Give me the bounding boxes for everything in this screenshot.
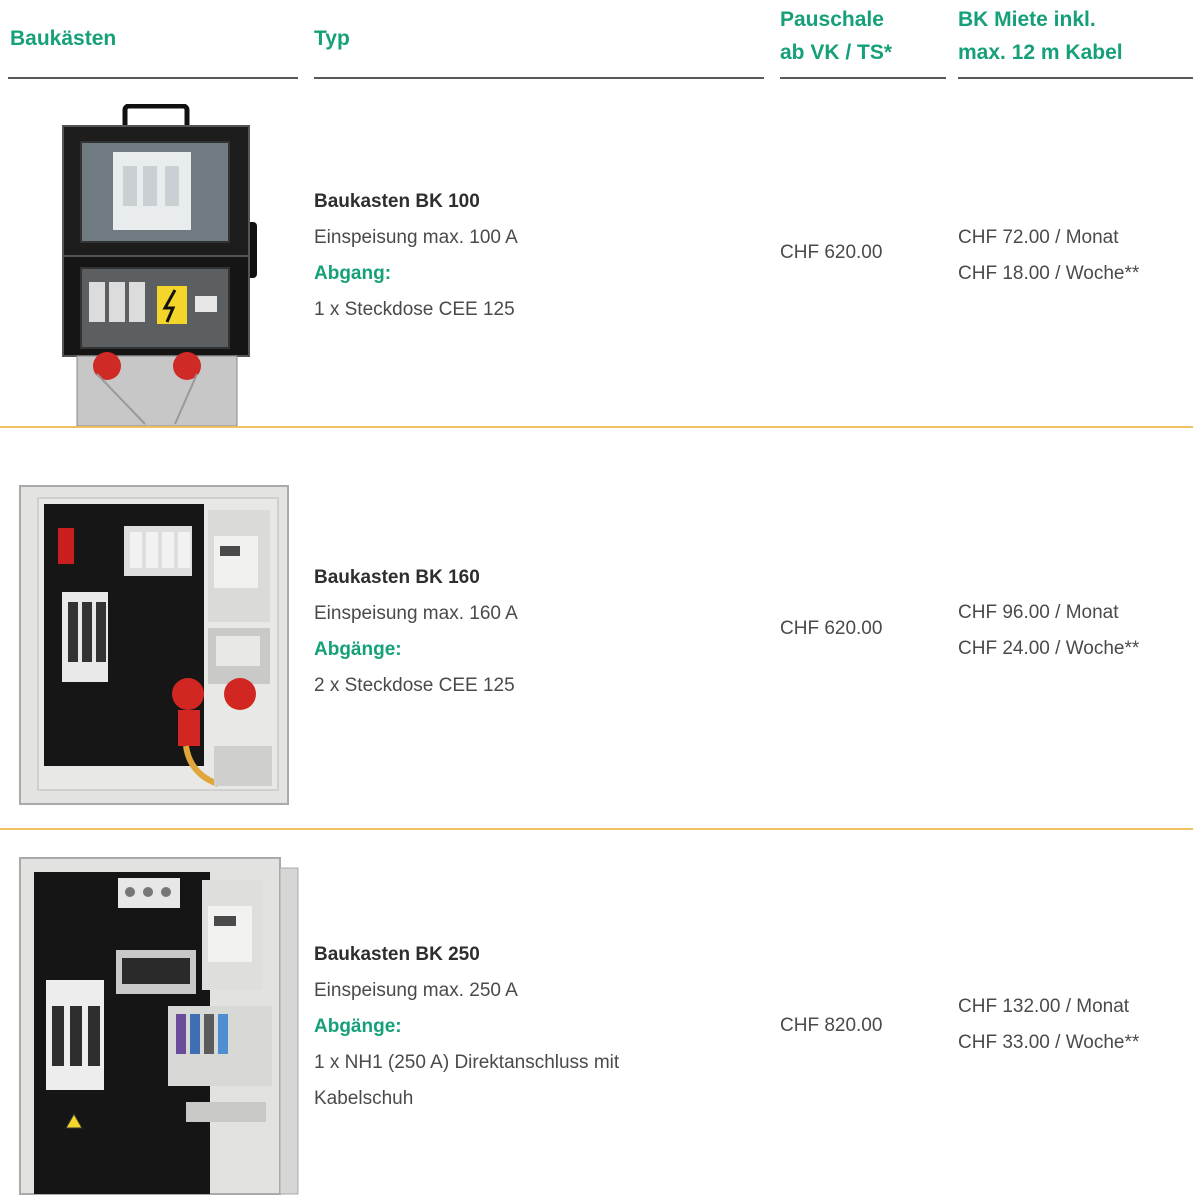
bk100-price: CHF 620.00 [780,242,883,263]
row-outlet-label: Abgang: [314,263,392,284]
row-title: Baukasten BK 250 [314,944,480,965]
bk160-photo [18,484,292,806]
header-pauschale: Pauschale ab VK / TS* [780,3,892,69]
row-outlet-line: 1 x Steckdose CEE 125 [314,299,515,320]
header-pauschale-line1: Pauschale [780,8,884,31]
header-bk-miete: BK Miete inkl. max. 12 m Kabel [958,3,1123,69]
row-title: Baukasten BK 100 [314,191,480,212]
bk250-photo [18,856,300,1196]
row-outlet-line: 1 x NH1 (250 A) Direktanschluss mit [314,1052,620,1073]
header-bk-miete-line2: max. 12 m Kabel [958,41,1123,64]
rent-week: CHF 24.00 / Woche** [958,638,1140,659]
bk250-rent: CHF 132.00 / Monat CHF 33.00 / Woche** [958,989,1139,1061]
row-separator [0,828,1193,830]
rent-month: CHF 72.00 / Monat [958,227,1119,248]
bk160-type: Baukasten BK 160 Einspeisung max. 160 A … [314,560,518,704]
header-rule [8,77,298,79]
rent-month: CHF 96.00 / Monat [958,602,1119,623]
bk100-photo [55,103,265,427]
row-outlet-label: Abgänge: [314,639,402,660]
header-baukaesten: Baukästen [10,27,117,50]
row-feed: Einspeisung max. 160 A [314,603,518,624]
header-rule [780,77,946,79]
header-typ: Typ [314,27,350,50]
header-rule [314,77,764,79]
row-outlet-line: Kabelschuh [314,1088,414,1109]
rent-month: CHF 132.00 / Monat [958,996,1130,1017]
bk100-type: Baukasten BK 100 Einspeisung max. 100 A … [314,184,518,328]
table-header: Baukästen Typ Pauschale ab VK / TS* BK M… [0,0,1193,79]
bk100-rent: CHF 72.00 / Monat CHF 18.00 / Woche** [958,220,1139,292]
electrical-box-icon [19,485,289,805]
row-outlet-label: Abgänge: [314,1016,402,1037]
bk250-type: Baukasten BK 250 Einspeisung max. 250 A … [314,937,619,1117]
rent-week: CHF 18.00 / Woche** [958,263,1140,284]
row-outlet-line: 2 x Steckdose CEE 125 [314,675,515,696]
electrical-box-icon [62,103,257,427]
rent-week: CHF 33.00 / Woche** [958,1032,1140,1053]
row-feed: Einspeisung max. 100 A [314,227,518,248]
header-pauschale-line2: ab VK / TS* [780,41,893,64]
row-separator [0,426,1193,428]
bk160-rent: CHF 96.00 / Monat CHF 24.00 / Woche** [958,595,1139,667]
bk160-price: CHF 620.00 [780,618,883,639]
row-feed: Einspeisung max. 250 A [314,980,518,1001]
header-rule [958,77,1193,79]
header-bk-miete-line1: BK Miete inkl. [958,8,1096,31]
bk250-price: CHF 820.00 [780,1015,883,1036]
electrical-box-icon [19,857,299,1195]
row-title: Baukasten BK 160 [314,567,480,588]
